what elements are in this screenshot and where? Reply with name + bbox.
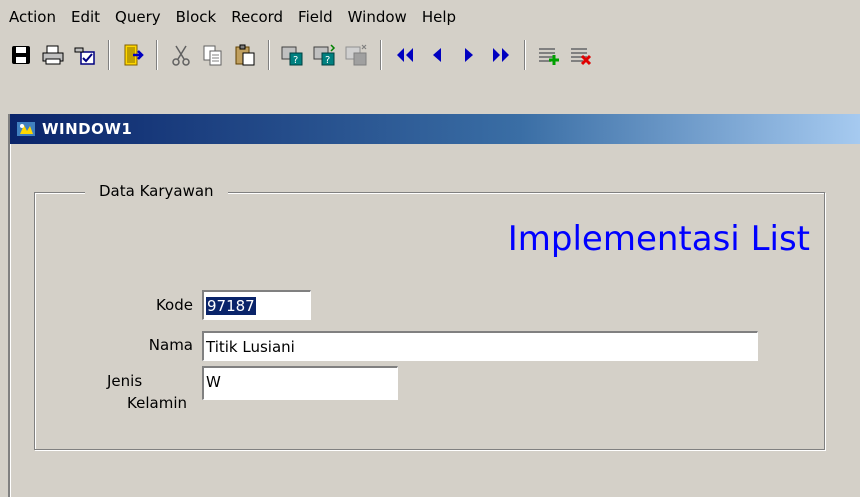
save-button[interactable] [6, 39, 36, 71]
cancel-query-icon [345, 44, 367, 66]
menu-field[interactable]: Field [297, 6, 334, 28]
exit-button[interactable] [118, 39, 148, 71]
clear-button[interactable] [70, 39, 100, 71]
window-title-bar[interactable]: WINDOW1 [10, 114, 860, 144]
toolbar: ? ? [0, 34, 860, 76]
menu-help[interactable]: Help [421, 6, 457, 28]
exit-icon [124, 44, 144, 66]
menu-window[interactable]: Window [347, 6, 408, 28]
print-icon [42, 45, 64, 65]
enter-query-icon: ? [281, 46, 303, 66]
toolbar-separator [380, 40, 382, 70]
copy-button[interactable] [198, 39, 228, 71]
last-record-button[interactable] [486, 39, 516, 71]
first-record-button[interactable] [390, 39, 420, 71]
insert-record-icon [539, 48, 559, 65]
save-icon [12, 46, 30, 64]
menu-action[interactable]: Action [8, 6, 57, 28]
kode-field[interactable]: 97187 [202, 290, 311, 320]
first-record-icon [397, 48, 413, 62]
jenis-kelamin-value: W [206, 373, 221, 391]
toolbar-separator [268, 40, 270, 70]
toolbar-separator [524, 40, 526, 70]
last-record-icon [493, 48, 509, 62]
delete-record-button[interactable] [566, 39, 596, 71]
menu-record[interactable]: Record [230, 6, 284, 28]
menu-block[interactable]: Block [175, 6, 218, 28]
svg-text:?: ? [293, 55, 298, 66]
menu-bar: Action Edit Query Block Record Field Win… [0, 0, 860, 34]
previous-record-button[interactable] [422, 39, 452, 71]
window-title: WINDOW1 [42, 120, 133, 138]
paste-icon [235, 44, 255, 66]
execute-query-button[interactable]: ? [310, 39, 340, 71]
nama-label: Nama [148, 336, 193, 354]
print-button[interactable] [38, 39, 68, 71]
cancel-query-button[interactable] [342, 39, 372, 71]
next-record-button[interactable] [454, 39, 484, 71]
toolbar-separator [108, 40, 110, 70]
cut-icon [172, 45, 190, 66]
execute-query-icon: ? [313, 44, 336, 66]
toolbar-separator [156, 40, 158, 70]
next-record-icon [465, 48, 473, 62]
group-label: Data Karyawan [85, 182, 228, 200]
form-heading: Implementasi List [507, 219, 810, 259]
delete-record-icon [571, 48, 592, 66]
cut-button[interactable] [166, 39, 196, 71]
window-body: Data Karyawan Implementasi List Kode 971… [10, 144, 860, 497]
forms-app-icon [16, 120, 36, 138]
enter-query-button[interactable]: ? [278, 39, 308, 71]
nama-field[interactable]: Titik Lusiani [202, 331, 758, 361]
previous-record-icon [433, 48, 441, 62]
clear-icon [74, 47, 95, 65]
nama-value: Titik Lusiani [206, 338, 295, 356]
copy-icon [203, 45, 222, 66]
kode-value: 97187 [206, 297, 256, 315]
insert-record-button[interactable] [534, 39, 564, 71]
jenis-kelamin-field[interactable]: W [202, 366, 398, 400]
jenis-kelamin-label-line2: Kelamin [127, 394, 187, 412]
menu-query[interactable]: Query [114, 6, 162, 28]
menu-edit[interactable]: Edit [70, 6, 101, 28]
svg-text:?: ? [325, 55, 330, 66]
kode-label: Kode [155, 296, 193, 314]
paste-button[interactable] [230, 39, 260, 71]
jenis-kelamin-label-line1: Jenis [107, 372, 143, 390]
